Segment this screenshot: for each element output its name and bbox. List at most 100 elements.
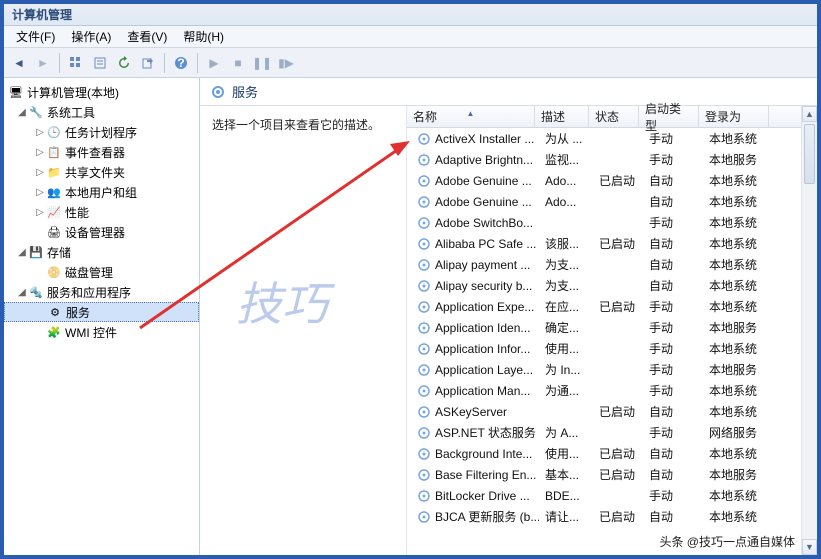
stop-button[interactable]: ■ xyxy=(227,52,249,74)
service-name: Application Infor... xyxy=(435,342,530,356)
help-button[interactable]: ? xyxy=(170,52,192,74)
service-row[interactable]: Alibaba PC Safe ...该服...已启动自动本地系统 xyxy=(407,233,817,254)
service-logon: 本地系统 xyxy=(703,298,773,315)
collapse-icon[interactable]: ◢ xyxy=(16,247,28,258)
content-body: 选择一个项目来查看它的描述。 技巧 名称▲ 描述 状态 启动类型 登录为 Act… xyxy=(200,106,817,555)
export-button[interactable] xyxy=(137,52,159,74)
tree-device-manager[interactable]: 🖨设备管理器 xyxy=(4,222,199,242)
service-startup: 自动 xyxy=(643,172,703,189)
service-icon xyxy=(417,405,431,419)
collapse-icon[interactable]: ◢ xyxy=(16,107,28,118)
tree-services[interactable]: ⚙服务 xyxy=(4,302,199,322)
menu-file[interactable]: 文件(F) xyxy=(8,26,63,47)
menu-help[interactable]: 帮助(H) xyxy=(175,26,232,47)
col-name[interactable]: 名称▲ xyxy=(407,106,535,127)
service-logon: 本地服务 xyxy=(703,361,773,378)
column-headers: 名称▲ 描述 状态 启动类型 登录为 xyxy=(407,106,817,128)
service-row[interactable]: BJCA 更新服务 (b...请让...已启动自动本地系统 xyxy=(407,506,817,527)
service-desc: 为支... xyxy=(539,277,593,294)
service-icon xyxy=(417,153,431,167)
col-logon[interactable]: 登录为 xyxy=(699,106,769,127)
nav-tree[interactable]: 🖥计算机管理(本地) ◢🔧系统工具 ▷🕒任务计划程序 ▷📋事件查看器 ▷📁共享文… xyxy=(4,78,200,555)
service-row[interactable]: Application Man...为通...手动本地系统 xyxy=(407,380,817,401)
clock-icon: 🕒 xyxy=(46,124,62,140)
service-startup: 手动 xyxy=(643,214,703,231)
service-row[interactable]: ActiveX Installer ...为从 ...手动本地系统 xyxy=(407,128,817,149)
expand-icon[interactable]: ▷ xyxy=(34,187,46,198)
tree-storage[interactable]: ◢💾存储 xyxy=(4,242,199,262)
service-icon xyxy=(417,300,431,314)
service-row[interactable]: ASKeyServer已启动自动本地系统 xyxy=(407,401,817,422)
folder-icon: 📁 xyxy=(46,164,62,180)
service-icon xyxy=(417,216,431,230)
tree-shared-folders[interactable]: ▷📁共享文件夹 xyxy=(4,162,199,182)
service-row[interactable]: Alipay payment ...为支...自动本地系统 xyxy=(407,254,817,275)
restart-button[interactable]: ▮▶ xyxy=(275,52,297,74)
service-icon xyxy=(417,489,431,503)
content-pane: 服务 选择一个项目来查看它的描述。 技巧 名称▲ 描述 状态 启动类型 登录为 xyxy=(200,78,817,555)
service-row[interactable]: Adobe Genuine ...Ado...已启动自动本地系统 xyxy=(407,170,817,191)
service-row[interactable]: Application Infor... 使用... 手动本地系统 xyxy=(407,338,817,359)
col-status[interactable]: 状态 xyxy=(589,106,639,127)
service-row[interactable]: Adaptive Brightn...监视...手动本地服务 xyxy=(407,149,817,170)
service-name: ASKeyServer xyxy=(435,405,507,419)
service-row[interactable]: Background Inte...使用...已启动自动本地系统 xyxy=(407,443,817,464)
scroll-thumb[interactable] xyxy=(804,124,815,184)
expand-icon[interactable]: ▷ xyxy=(34,147,46,158)
scroll-up-button[interactable]: ▲ xyxy=(802,106,817,122)
svg-text:?: ? xyxy=(177,56,184,70)
content-header: 服务 xyxy=(200,78,817,106)
gear-icon: ⚙ xyxy=(47,304,63,320)
expand-icon[interactable]: ▷ xyxy=(34,207,46,218)
tree-services-apps[interactable]: ◢🔩服务和应用程序 xyxy=(4,282,199,302)
tree-system-tools[interactable]: ◢🔧系统工具 xyxy=(4,102,199,122)
tools-icon: 🔧 xyxy=(28,104,44,120)
separator xyxy=(59,53,60,73)
view-icons-button[interactable] xyxy=(65,52,87,74)
service-logon: 本地系统 xyxy=(703,340,773,357)
back-button[interactable]: ◄ xyxy=(8,52,30,74)
service-logon: 本地服务 xyxy=(703,466,773,483)
tree-performance[interactable]: ▷📈性能 xyxy=(4,202,199,222)
watermark: 技巧 xyxy=(236,268,328,334)
service-row[interactable]: ASP.NET 状态服务为 A...手动网络服务 xyxy=(407,422,817,443)
service-row[interactable]: Base Filtering En...基本...已启动自动本地服务 xyxy=(407,464,817,485)
service-row[interactable]: Adobe SwitchBo...手动本地系统 xyxy=(407,212,817,233)
properties-button[interactable] xyxy=(89,52,111,74)
vertical-scrollbar[interactable]: ▲ ▼ xyxy=(801,106,817,555)
expand-icon[interactable]: ▷ xyxy=(34,167,46,178)
tree-task-scheduler[interactable]: ▷🕒任务计划程序 xyxy=(4,122,199,142)
menu-action[interactable]: 操作(A) xyxy=(63,26,119,47)
service-desc: 为从 ... xyxy=(539,130,593,147)
play-button[interactable]: ▶ xyxy=(203,52,225,74)
service-row[interactable]: Application Iden...确定...手动本地服务 xyxy=(407,317,817,338)
menu-view[interactable]: 查看(V) xyxy=(119,26,175,47)
service-row[interactable]: Adobe Genuine ...Ado...自动本地系统 xyxy=(407,191,817,212)
service-icon xyxy=(417,342,431,356)
forward-button[interactable]: ► xyxy=(32,52,54,74)
event-icon: 📋 xyxy=(46,144,62,160)
content-title: 服务 xyxy=(232,82,258,101)
tree-local-users[interactable]: ▷👥本地用户和组 xyxy=(4,182,199,202)
service-logon: 本地系统 xyxy=(703,172,773,189)
service-startup: 手动 xyxy=(643,340,703,357)
service-row[interactable]: Application Laye...为 In...手动本地服务 xyxy=(407,359,817,380)
col-startup[interactable]: 启动类型 xyxy=(639,106,699,127)
service-row[interactable]: Alipay security b...为支...自动本地系统 xyxy=(407,275,817,296)
tree-wmi[interactable]: 🧩WMI 控件 xyxy=(4,322,199,342)
service-row[interactable]: Application Expe...在应...已启动手动本地系统 xyxy=(407,296,817,317)
refresh-button[interactable] xyxy=(113,52,135,74)
pause-button[interactable]: ❚❚ xyxy=(251,52,273,74)
expand-icon[interactable]: ▷ xyxy=(34,127,46,138)
tree-event-viewer[interactable]: ▷📋事件查看器 xyxy=(4,142,199,162)
service-name: Base Filtering En... xyxy=(435,468,536,482)
service-icon xyxy=(417,195,431,209)
service-icon xyxy=(417,321,431,335)
service-desc: 使用... xyxy=(539,340,593,357)
col-desc[interactable]: 描述 xyxy=(535,106,589,127)
service-row[interactable]: BitLocker Drive ...BDE...手动本地系统 xyxy=(407,485,817,506)
tree-disk-management[interactable]: 📀磁盘管理 xyxy=(4,262,199,282)
tree-root[interactable]: 🖥计算机管理(本地) xyxy=(4,82,199,102)
scroll-down-button[interactable]: ▼ xyxy=(802,539,817,555)
collapse-icon[interactable]: ◢ xyxy=(16,287,28,298)
